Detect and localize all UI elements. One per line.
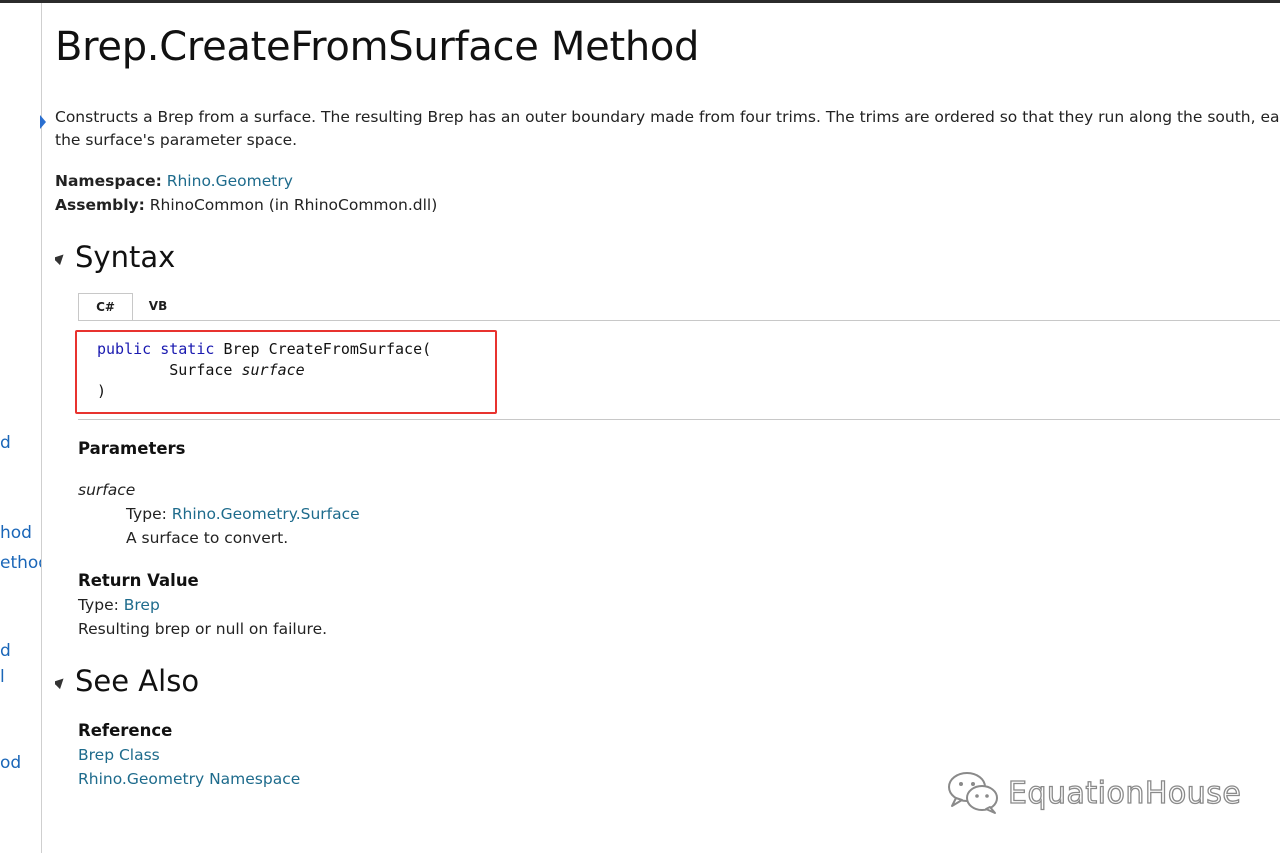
parameter-type-label: Type: — [126, 505, 167, 523]
syntax-heading: Syntax — [75, 240, 176, 274]
namespace-reference-link[interactable]: Rhino.Geometry Namespace — [78, 770, 300, 788]
toc-item[interactable]: od — [0, 753, 21, 773]
parameter-name: surface — [78, 481, 136, 499]
parameters-heading: Parameters — [78, 439, 186, 458]
return-type-label: Type: — [78, 596, 119, 614]
namespace-line: Namespace: Rhino.Geometry — [55, 172, 293, 190]
see-also-heading: See Also — [75, 664, 200, 698]
return-description: Resulting brep or null on failure. — [78, 620, 328, 638]
watermark-text: EquationHouse — [1007, 775, 1242, 811]
return-type-link[interactable]: Brep — [124, 596, 160, 614]
toc-item[interactable]: l — [0, 667, 5, 687]
return-type-line: Type: Brep — [78, 596, 160, 614]
collapse-triangle-icon[interactable] — [55, 674, 68, 690]
page-title: Brep.CreateFromSurface Method — [55, 24, 700, 70]
method-summary: Constructs a Brep from a surface. The re… — [55, 106, 1280, 152]
main-content: Brep.CreateFromSurface Method Constructs… — [55, 0, 1280, 853]
tab-csharp[interactable]: C# — [78, 293, 133, 321]
parameter-type-line: Type: Rhino.Geometry.Surface — [126, 505, 360, 523]
summary-line: the surface's parameter space. — [55, 131, 298, 149]
toc-item[interactable]: d — [0, 641, 11, 661]
parameter-description: A surface to convert. — [126, 529, 289, 547]
see-also-section-toggle[interactable]: See Also — [55, 664, 199, 698]
summary-line: Constructs a Brep from a surface. The re… — [55, 108, 1280, 126]
return-value-heading: Return Value — [78, 571, 199, 590]
assembly-line: Assembly: RhinoCommon (in RhinoCommon.dl… — [55, 196, 437, 214]
wechat-icon — [946, 770, 1002, 816]
tab-vb[interactable]: VB — [138, 293, 178, 319]
namespace-link[interactable]: Rhino.Geometry — [167, 172, 293, 190]
sidebar-toggle-arrow-icon[interactable] — [40, 115, 46, 129]
highlight-box — [75, 330, 497, 414]
brep-class-link[interactable]: Brep Class — [78, 746, 160, 764]
syntax-section-toggle[interactable]: Syntax — [55, 240, 175, 274]
assembly-value: RhinoCommon (in RhinoCommon.dll) — [149, 196, 438, 214]
assembly-label: Assembly: — [55, 196, 145, 214]
toc-sidebar[interactable]: d hod ethod d l od — [0, 3, 42, 853]
parameter-type-link[interactable]: Rhino.Geometry.Surface — [172, 505, 360, 523]
reference-heading: Reference — [78, 721, 173, 740]
toc-item[interactable]: hod — [0, 523, 32, 543]
watermark: EquationHouse — [946, 768, 1242, 818]
namespace-label: Namespace: — [55, 172, 162, 190]
toc-item[interactable]: d — [0, 433, 11, 453]
collapse-triangle-icon[interactable] — [55, 250, 68, 266]
toc-item[interactable]: ethod — [0, 553, 41, 573]
